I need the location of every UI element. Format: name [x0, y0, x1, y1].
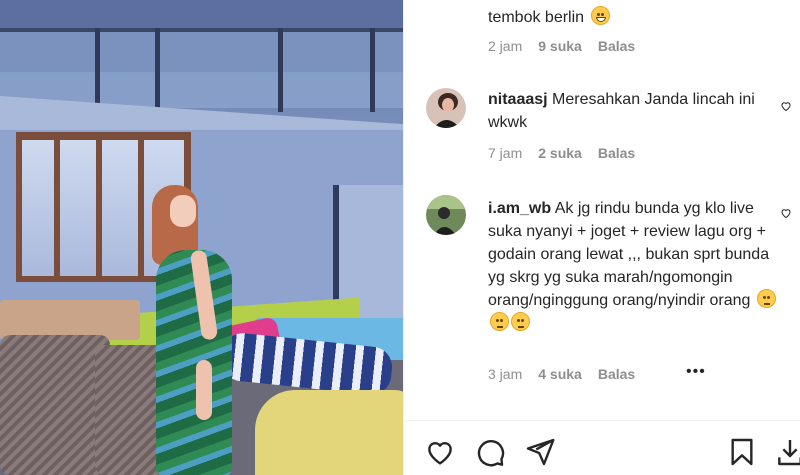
reply-button[interactable]: Balas — [598, 38, 635, 54]
heart-icon[interactable] — [424, 436, 456, 468]
comment-icon[interactable] — [474, 436, 506, 468]
comment-text: tembok berlin — [488, 6, 788, 29]
avatar[interactable] — [426, 195, 466, 235]
comment-time: 7 jam — [488, 145, 523, 161]
comments-panel[interactable]: tembok berlin 2 jam 9 suka Balas nitaaas… — [403, 0, 800, 475]
bookmark-icon[interactable] — [726, 436, 758, 468]
like-comment-heart-icon[interactable] — [780, 207, 792, 219]
reply-button[interactable]: Balas — [598, 145, 635, 161]
grinning-emoji-icon — [590, 6, 610, 25]
window-pane — [22, 140, 54, 276]
comment-text: nitaaasj Meresahkan Janda lincah ini wkw… — [488, 88, 788, 134]
railing-post — [370, 28, 375, 112]
comment-meta: 3 jam 4 suka Balas — [488, 366, 635, 382]
more-options-icon[interactable]: ••• — [686, 363, 706, 381]
outdoor-table — [0, 300, 140, 340]
comment-likes[interactable]: 9 suka — [538, 38, 582, 54]
face-with-rolling-eyes-emoji-icon — [511, 312, 530, 331]
comment-meta: 2 jam 9 suka Balas — [488, 38, 635, 54]
comment-time: 2 jam — [488, 38, 523, 54]
comment-text: i.am_wb Ak jg rindu bunda yg klo live su… — [488, 197, 788, 335]
window-pane — [102, 140, 138, 276]
reply-button[interactable]: Balas — [598, 366, 635, 382]
wicker-chair — [0, 335, 110, 475]
paper-plane-icon[interactable] — [524, 436, 556, 468]
post-media[interactable] — [0, 0, 403, 475]
railing-post — [95, 28, 100, 112]
divider — [404, 420, 800, 421]
download-icon[interactable] — [774, 436, 800, 468]
like-comment-heart-icon[interactable] — [780, 100, 792, 112]
railing-post — [155, 28, 160, 112]
yellow-cushion — [255, 390, 403, 475]
comment-meta: 7 jam 2 suka Balas — [488, 145, 635, 161]
comment-body: tembok berlin — [488, 9, 585, 26]
post-action-bar — [404, 430, 800, 475]
face-with-rolling-eyes-emoji-icon — [490, 312, 509, 331]
window-pane — [60, 140, 96, 276]
comment-time: 3 jam — [488, 366, 523, 382]
railing-post — [278, 28, 283, 112]
avatar[interactable] — [426, 88, 466, 128]
comment-likes[interactable]: 2 suka — [538, 145, 582, 161]
person-leg — [196, 360, 212, 420]
wicker-chair — [95, 345, 165, 475]
comment-username[interactable]: i.am_wb — [488, 200, 551, 217]
glass-railing — [0, 28, 403, 108]
person-face — [170, 195, 196, 227]
face-with-rolling-eyes-emoji-icon — [756, 289, 776, 308]
comment-likes[interactable]: 4 suka — [538, 366, 582, 382]
comment-username[interactable]: nitaaasj — [488, 91, 548, 108]
